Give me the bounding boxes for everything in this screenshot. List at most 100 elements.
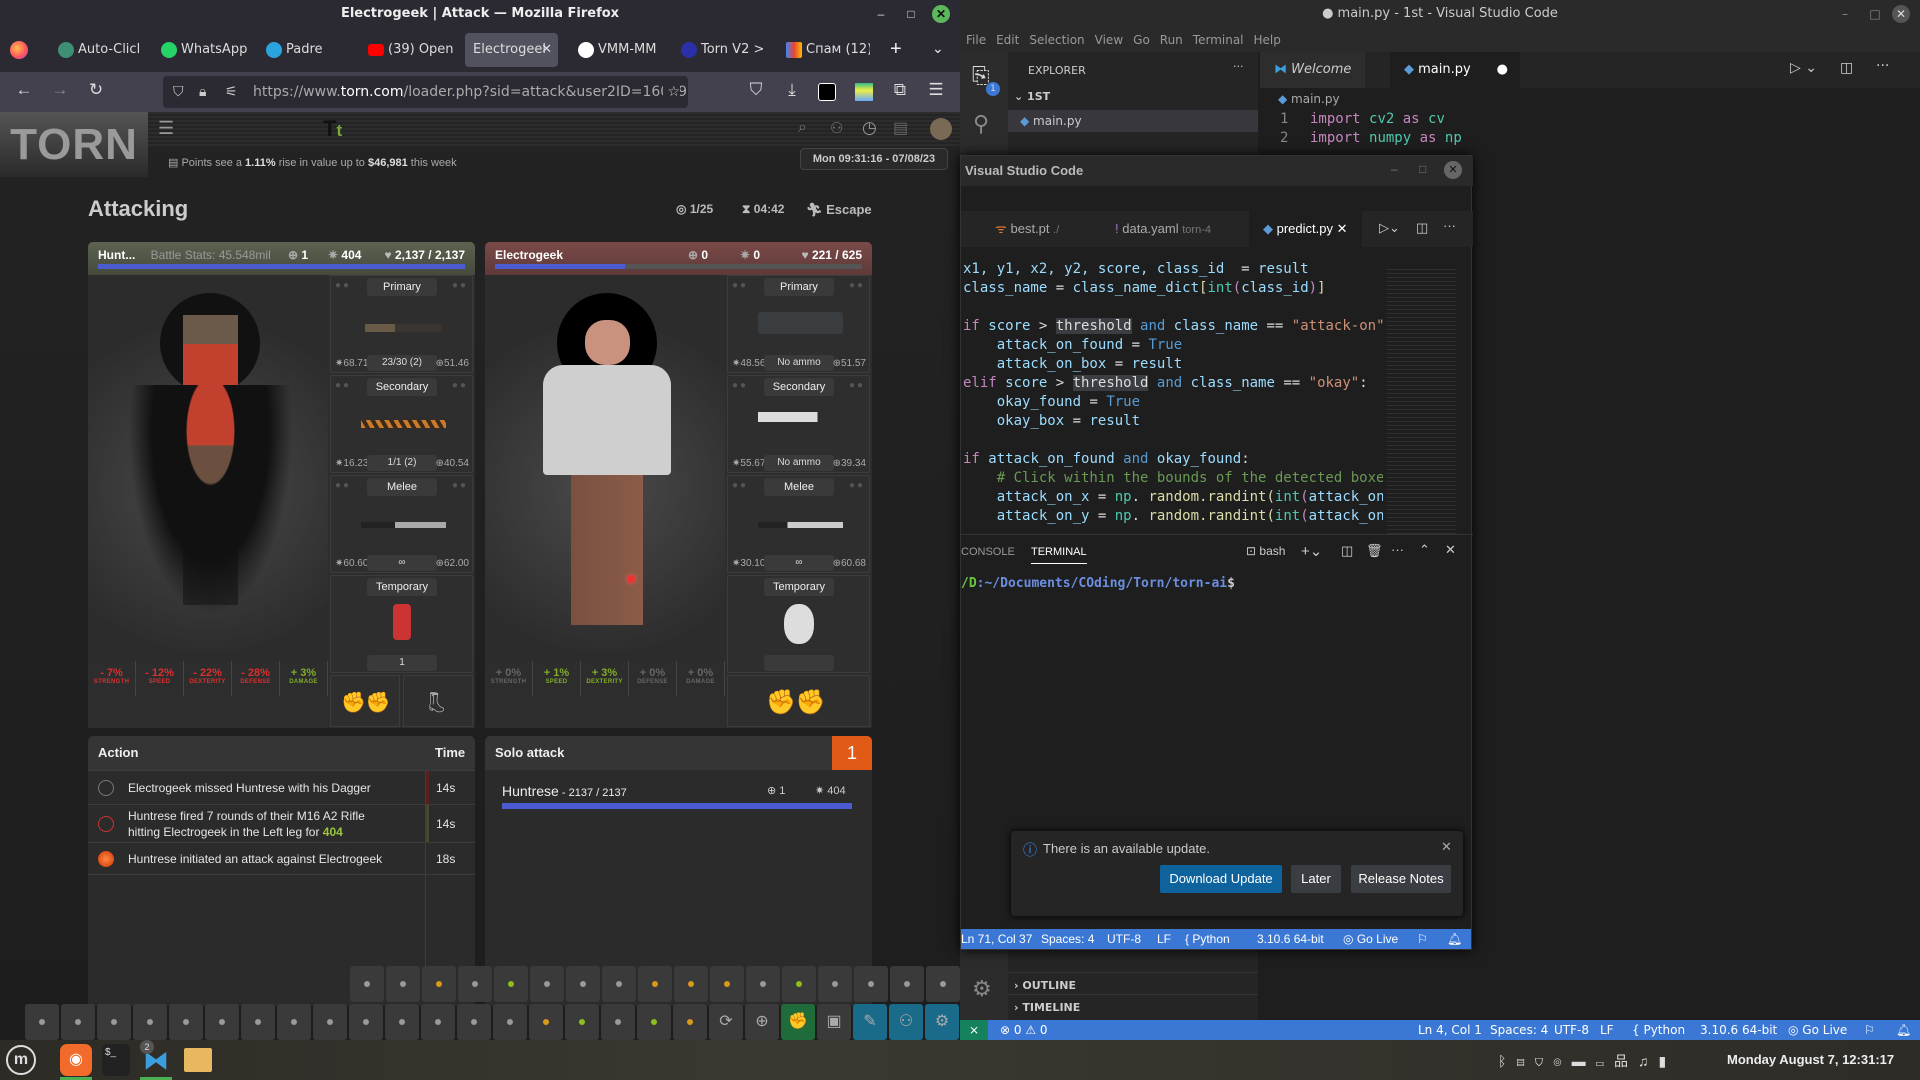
breadcrumb[interactable]: ◆ main.py (1278, 92, 1340, 106)
clock-icon[interactable]: ◷ (862, 118, 877, 138)
firefox-launcher-icon[interactable]: ◉ (60, 1044, 92, 1076)
tab-padre[interactable]: Padre (260, 33, 340, 67)
menu-view[interactable]: View (1095, 33, 1123, 47)
menu-selection[interactable]: Selection (1029, 33, 1084, 47)
quick-link-button[interactable] (205, 1004, 239, 1040)
tab-welcome[interactable]: ⧓ Welcome (1260, 52, 1366, 88)
tab-auto-clicker[interactable]: Auto-Clicl (52, 33, 142, 67)
tab-main-py[interactable]: ◆ main.py ● (1390, 52, 1520, 88)
permissions-icon[interactable]: ⚟ (225, 76, 238, 108)
menu-terminal[interactable]: Terminal (1193, 33, 1244, 47)
mint-menu-icon[interactable]: m (6, 1045, 36, 1075)
clipboard-icon[interactable]: ▤ (893, 118, 908, 138)
split-editor-icon[interactable]: ◫ (1416, 220, 1428, 236)
more-actions-icon[interactable]: ··· (1233, 60, 1244, 73)
quick-link-button[interactable] (458, 966, 492, 1002)
temporary-weapon-slot[interactable]: Temporary (727, 575, 870, 673)
close-button[interactable]: ✕ (932, 5, 950, 23)
new-tab-icon[interactable]: + (890, 38, 902, 61)
download-update-button[interactable]: Download Update (1160, 865, 1282, 893)
temporary-weapon-slot[interactable]: Temporary 1 (330, 575, 473, 673)
timeline-section[interactable]: › TIMELINE (1008, 994, 1258, 1020)
quick-link-button[interactable] (710, 966, 744, 1002)
defender-model[interactable] (485, 275, 725, 661)
minimize-button[interactable]: – (1836, 5, 1854, 23)
line-ending[interactable]: LF (1157, 929, 1171, 949)
quick-link-button[interactable] (673, 1004, 707, 1040)
tab-terminal[interactable]: TERMINAL (1031, 546, 1087, 564)
later-button[interactable]: Later (1291, 865, 1341, 893)
more-actions-icon[interactable]: ··· (1443, 218, 1456, 233)
tt-logo-icon[interactable]: Tt (323, 116, 342, 142)
remote-icon[interactable]: ⨯ (960, 1020, 988, 1040)
news-ticker[interactable]: ▤ Points see a 1.11% rise in value up to… (148, 148, 798, 178)
close-tab-icon[interactable]: ✕ (541, 33, 552, 67)
split-terminal-icon[interactable]: ◫ (1341, 543, 1353, 559)
firefox-icon[interactable] (10, 41, 28, 59)
cursor-position[interactable]: Ln 4, Col 1 (1418, 1020, 1482, 1040)
escape-button[interactable]: 🏃︎ Escape (806, 202, 872, 218)
quick-link-button[interactable] (854, 966, 888, 1002)
notifications-icon[interactable]: 🔔︎ (1896, 1020, 1911, 1040)
minimize-button[interactable]: – (872, 5, 890, 23)
quick-link-button[interactable] (350, 966, 384, 1002)
search-icon[interactable]: ⌕ (798, 119, 807, 137)
back-icon[interactable]: ← (12, 80, 36, 100)
tab-console[interactable]: CONSOLE (961, 546, 1015, 558)
secondary-weapon-slot[interactable]: ●● ●● Secondary ✷16.23 1/1 (2) ⊕40.54 (330, 375, 473, 473)
quick-link-button[interactable] (97, 1004, 131, 1040)
users-icon[interactable]: ⚇ (889, 1004, 923, 1040)
quick-link-button[interactable] (746, 966, 780, 1002)
fists-slot[interactable]: ✊✊ (330, 675, 400, 727)
language-mode[interactable]: { Python (1185, 929, 1230, 949)
bookmark-star-icon[interactable]: ☆ (663, 76, 680, 108)
tab-youtube[interactable]: (39) Open (362, 33, 454, 67)
menu-run[interactable]: Run (1160, 33, 1183, 47)
notifications-icon[interactable]: 🔔︎ (1447, 929, 1462, 949)
quick-link-button[interactable] (601, 1004, 635, 1040)
quick-link-button[interactable] (313, 1004, 347, 1040)
run-icon[interactable]: ▷ ⌄ (1790, 60, 1817, 76)
close-button[interactable]: ✕ (1892, 5, 1910, 23)
go-live-button[interactable]: ◎ Go Live (1788, 1020, 1847, 1040)
extension-tampermonkey-icon[interactable] (818, 83, 836, 101)
quick-link-button[interactable] (890, 966, 924, 1002)
url-bar[interactable]: ⛉ 🔒︎ ⚟ https://www.torn.com/loader.php?s… (163, 76, 688, 108)
primary-weapon-slot[interactable]: ●● ●● Primary ✷48.56 No ammo ⊕51.57 (727, 275, 870, 373)
app-menu-icon[interactable]: ☰ (924, 80, 948, 100)
terminal-shell-selector[interactable]: ⊡ bash (1246, 544, 1285, 558)
downloads-icon[interactable]: ⤓ (780, 80, 804, 100)
interpreter[interactable]: 3.10.6 64-bit (1700, 1020, 1777, 1040)
tab-vmm[interactable]: VMM-MM (572, 33, 660, 67)
quick-link-button[interactable] (241, 1004, 275, 1040)
quick-link-button[interactable] (782, 966, 816, 1002)
quick-link-button[interactable] (349, 1004, 383, 1040)
extensions-puzzle-icon[interactable]: ⧉ (888, 80, 912, 100)
quick-link-button[interactable] (422, 966, 456, 1002)
edit-icon[interactable]: ✎ (853, 1004, 887, 1040)
quick-link-button[interactable] (493, 1004, 527, 1040)
line-ending[interactable]: LF (1600, 1020, 1614, 1040)
settings-gear-icon[interactable]: ⚙ (972, 977, 992, 1002)
quick-link-button[interactable] (818, 966, 852, 1002)
tab-gmail[interactable]: Спам (12) (780, 33, 870, 67)
quick-link-button[interactable] (169, 1004, 203, 1040)
quick-link-button[interactable] (529, 1004, 563, 1040)
quick-link-button[interactable] (638, 966, 672, 1002)
close-notification-icon[interactable]: ✕ (1441, 839, 1452, 855)
minimize-button[interactable]: – (1391, 162, 1398, 176)
cursor-position[interactable]: Ln 71, Col 37 (961, 929, 1032, 949)
files-launcher-icon[interactable] (184, 1048, 212, 1072)
folder-1st[interactable]: ⌄ 1ST (1014, 90, 1050, 103)
quick-link-button[interactable] (926, 966, 960, 1002)
maximize-button[interactable]: □ (1419, 162, 1426, 176)
lock-icon[interactable]: 🔒︎ (199, 76, 206, 108)
quick-link-button[interactable] (494, 966, 528, 1002)
maximize-button[interactable]: □ (902, 5, 920, 23)
maximize-panel-icon[interactable]: ⌃ (1419, 542, 1430, 558)
quick-link-button[interactable] (61, 1004, 95, 1040)
refresh-icon[interactable]: ⟳ (709, 1004, 743, 1040)
language-mode[interactable]: { Python (1632, 1020, 1685, 1040)
trash-icon[interactable]: 🗑︎ (1366, 543, 1383, 559)
settings-icon[interactable]: ⚙ (925, 1004, 959, 1040)
